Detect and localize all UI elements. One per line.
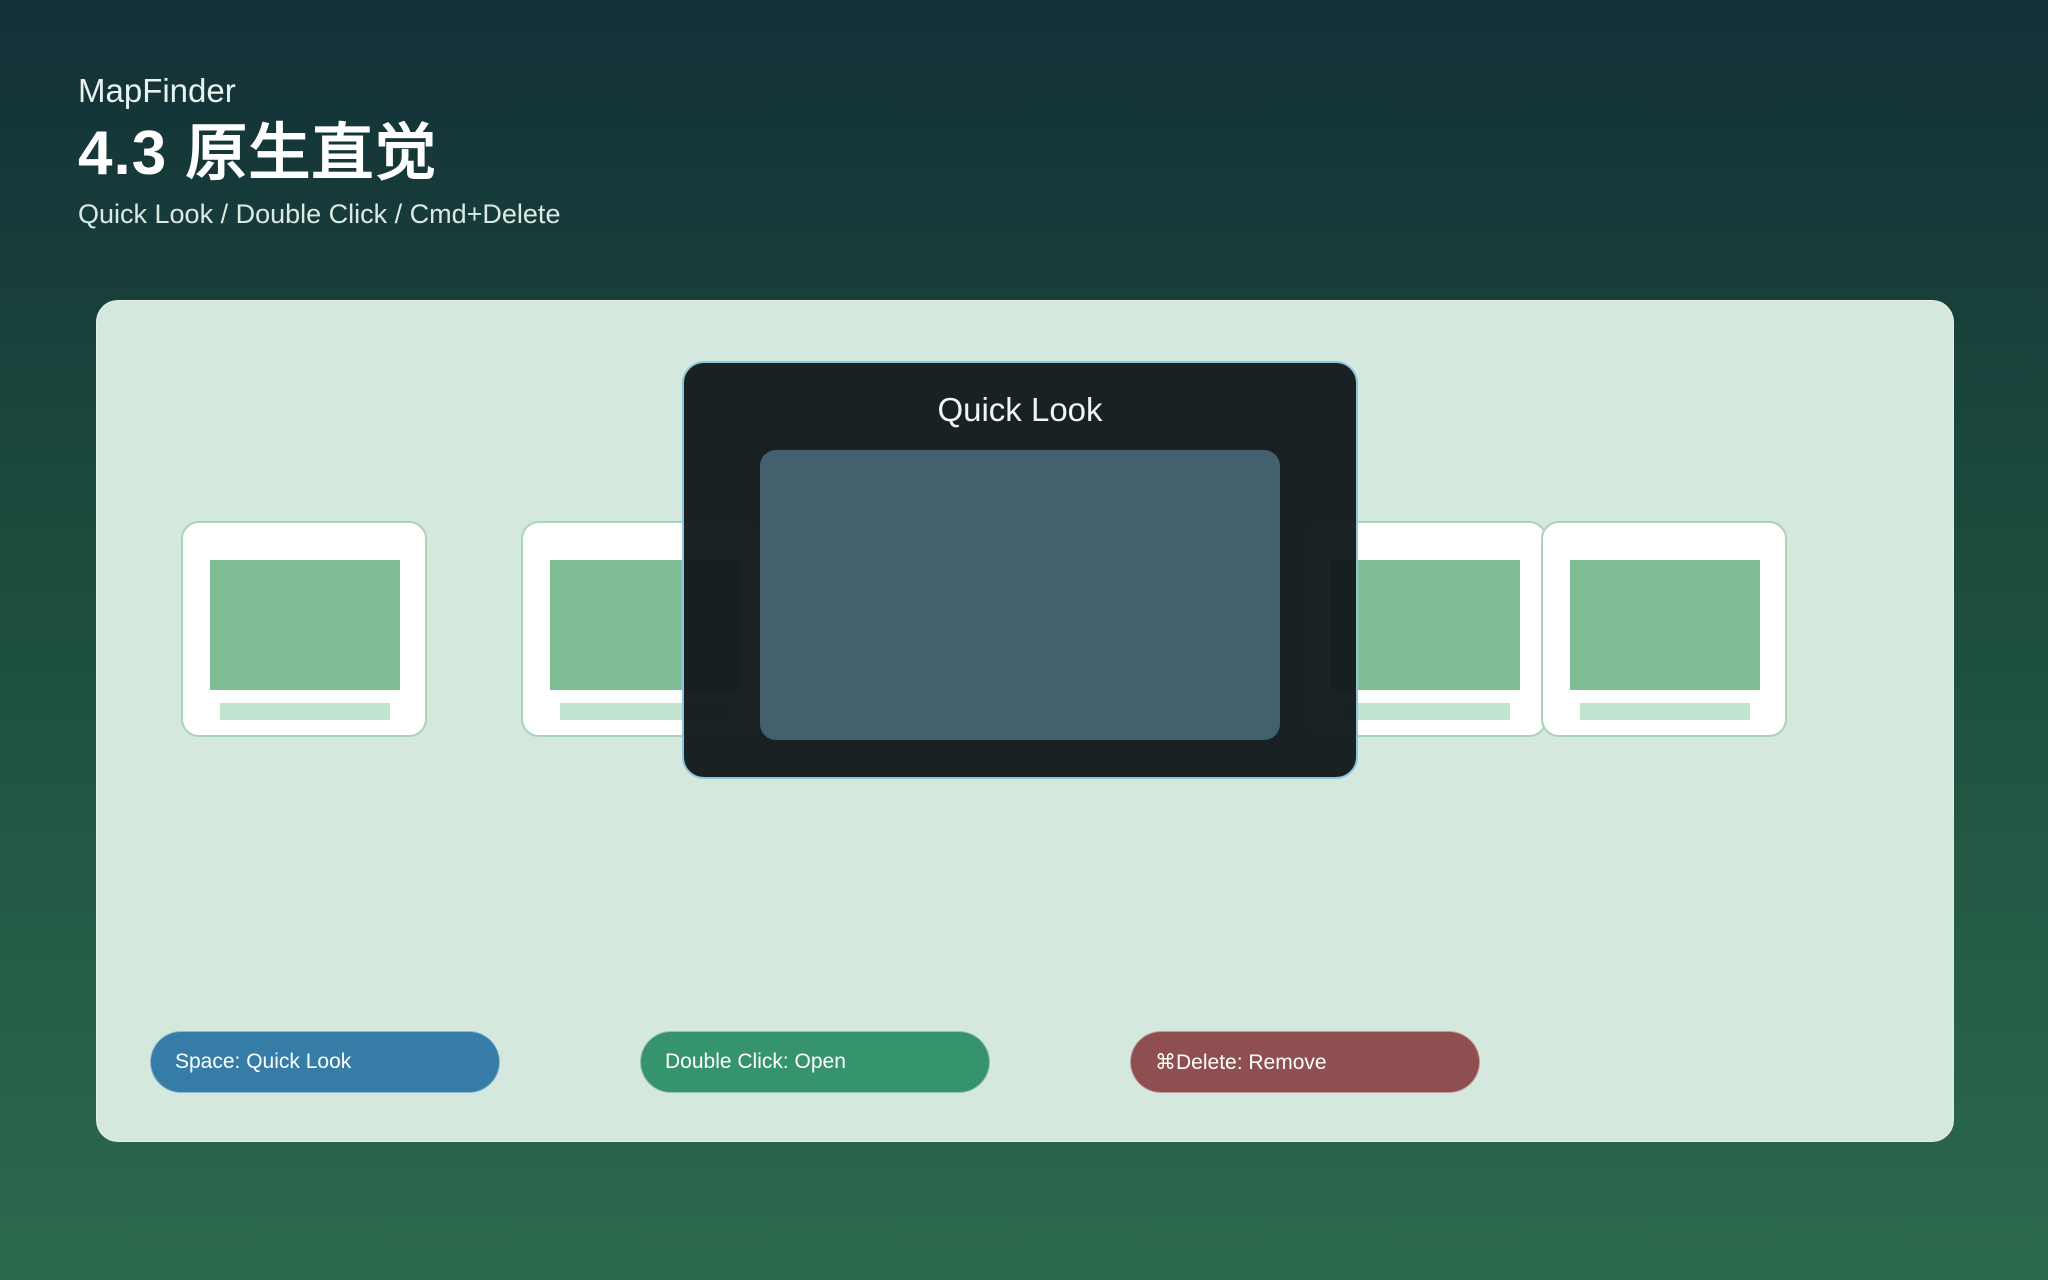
header: MapFinder 4.3 原生直觉 Quick Look / Double C… xyxy=(78,68,560,234)
page-subtitle: Quick Look / Double Click / Cmd+Delete xyxy=(78,199,561,229)
shortcut-label: ⌘Delete: Remove xyxy=(1155,1050,1327,1074)
shortcut-label: Double Click: Open xyxy=(665,1050,846,1073)
thumbnail-caption xyxy=(1580,703,1750,720)
file-thumbnail[interactable] xyxy=(181,521,427,737)
space-quick-look-shortcut[interactable]: Space: Quick Look xyxy=(150,1031,500,1093)
thumbnail-image xyxy=(210,560,400,690)
file-browser-panel: Quick Look Space: Quick Look Double Clic… xyxy=(96,300,1954,1142)
file-thumbnail[interactable] xyxy=(1541,521,1787,737)
double-click-open-shortcut[interactable]: Double Click: Open xyxy=(640,1031,990,1093)
shortcut-label: Space: Quick Look xyxy=(175,1050,352,1073)
page-title: 4.3 原生直觉 xyxy=(78,119,438,188)
cmd-delete-remove-shortcut[interactable]: ⌘Delete: Remove xyxy=(1130,1031,1480,1093)
quick-look-window[interactable]: Quick Look xyxy=(682,361,1358,779)
quick-look-preview xyxy=(760,450,1280,740)
thumbnail-image xyxy=(1570,560,1760,690)
thumbnail-caption xyxy=(1340,703,1510,720)
app-name: MapFinder xyxy=(78,72,236,109)
thumbnail-caption xyxy=(220,703,390,720)
quick-look-title: Quick Look xyxy=(937,391,1103,428)
thumbnail-image xyxy=(1330,560,1520,690)
